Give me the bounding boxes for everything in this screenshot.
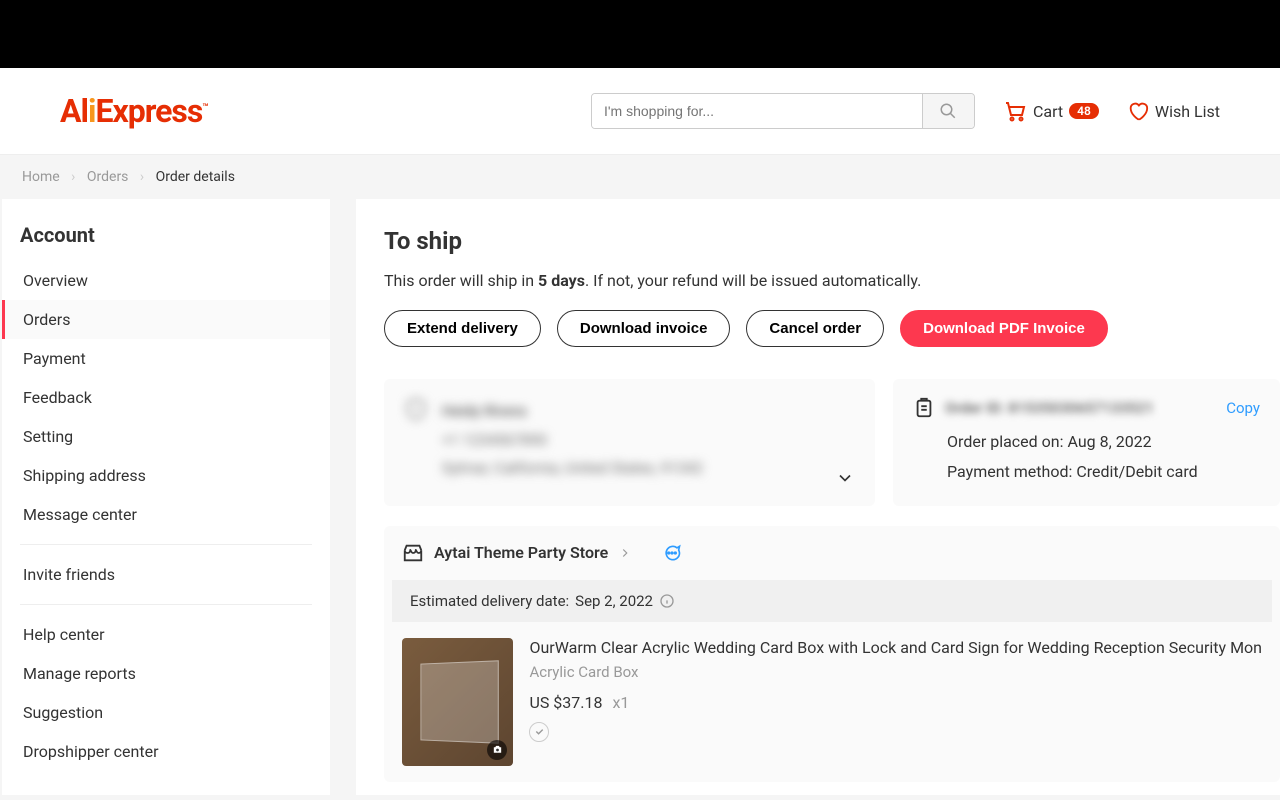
copy-order-id-link[interactable]: Copy <box>1226 399 1260 417</box>
sidebar: Account Overview Orders Payment Feedback… <box>2 199 330 795</box>
search-box <box>591 93 975 129</box>
sidebar-item-setting[interactable]: Setting <box>2 417 330 456</box>
sidebar-item-shipping-address[interactable]: Shipping address <box>2 456 330 495</box>
chat-button[interactable] <box>662 543 682 563</box>
search-button[interactable] <box>922 94 974 128</box>
logo[interactable]: AliExpress™ <box>60 92 208 130</box>
order-info-box: Order ID: 81535030657133521 Copy Order p… <box>893 379 1280 506</box>
sidebar-item-feedback[interactable]: Feedback <box>2 378 330 417</box>
sidebar-item-help-center[interactable]: Help center <box>2 615 330 654</box>
search-input[interactable] <box>592 94 922 128</box>
check-icon <box>534 726 545 737</box>
sidebar-item-dropshipper-center[interactable]: Dropshipper center <box>2 732 330 771</box>
verified-badge <box>529 722 549 742</box>
shipping-info-box: Heidy Rivera +1 1234567890 Sylmar, Calif… <box>384 379 875 506</box>
top-black-bar <box>0 0 1280 68</box>
product-variant: Acrylic Card Box <box>529 663 1262 681</box>
sidebar-item-orders[interactable]: Orders <box>2 300 330 339</box>
product-quantity: x1 <box>612 693 629 712</box>
delivery-estimate: Estimated delivery date: Sep 2, 2022 <box>392 580 1272 622</box>
wishlist-label: Wish List <box>1155 102 1220 121</box>
breadcrumb-current: Order details <box>156 169 235 185</box>
product-image[interactable] <box>402 638 513 766</box>
download-invoice-button[interactable]: Download invoice <box>557 310 731 347</box>
wishlist-link[interactable]: Wish List <box>1127 100 1220 122</box>
chevron-down-icon <box>835 468 855 488</box>
sidebar-item-invite-friends[interactable]: Invite friends <box>2 555 330 594</box>
product-price: US $37.18 <box>529 693 602 712</box>
cancel-order-button[interactable]: Cancel order <box>746 310 884 347</box>
shipping-address: Sylmar, California, United States, 91342 <box>442 454 703 483</box>
header: AliExpress™ Cart 48 Wish List <box>0 68 1280 155</box>
cart-icon <box>1003 99 1027 123</box>
clipboard-icon <box>913 397 935 419</box>
store-name[interactable]: Aytai Theme Party Store <box>434 543 608 562</box>
camera-icon <box>492 744 503 755</box>
camera-badge <box>487 740 507 760</box>
cart-link[interactable]: Cart 48 <box>1003 99 1099 123</box>
download-pdf-invoice-button[interactable]: Download PDF Invoice <box>900 310 1108 347</box>
heart-icon <box>1127 100 1149 122</box>
payment-method: Payment method: Credit/Debit card <box>947 457 1260 487</box>
sidebar-item-payment[interactable]: Payment <box>2 339 330 378</box>
breadcrumb-home[interactable]: Home <box>22 169 60 185</box>
store-icon <box>402 542 424 564</box>
shield-icon <box>404 397 428 421</box>
status-description: This order will ship in 5 days. If not, … <box>384 271 1280 290</box>
order-placed-date: Order placed on: Aug 8, 2022 <box>947 427 1260 457</box>
store-section: Aytai Theme Party Store Estimated delive… <box>384 526 1280 782</box>
breadcrumb-orders[interactable]: Orders <box>87 169 129 185</box>
sidebar-item-overview[interactable]: Overview <box>2 261 330 300</box>
order-id: Order ID: 81535030657133521 <box>945 399 1154 417</box>
shipping-phone: +1 1234567890 <box>442 426 703 455</box>
main-content: To ship This order will ship in 5 days. … <box>356 199 1280 795</box>
shipping-name: Heidy Rivera <box>442 397 703 426</box>
cart-badge: 48 <box>1069 103 1099 119</box>
sidebar-item-manage-reports[interactable]: Manage reports <box>2 654 330 693</box>
sidebar-item-suggestion[interactable]: Suggestion <box>2 693 330 732</box>
chat-icon <box>662 543 682 563</box>
expand-shipping-button[interactable] <box>835 468 855 488</box>
sidebar-title: Account <box>2 223 330 261</box>
product-row: OurWarm Clear Acrylic Wedding Card Box w… <box>384 622 1280 782</box>
extend-delivery-button[interactable]: Extend delivery <box>384 310 541 347</box>
search-icon <box>939 102 957 120</box>
chevron-right-icon <box>618 546 632 560</box>
breadcrumb: Home › Orders › Order details <box>0 155 1280 199</box>
product-title[interactable]: OurWarm Clear Acrylic Wedding Card Box w… <box>529 638 1262 657</box>
info-icon[interactable] <box>659 593 675 609</box>
cart-label: Cart <box>1033 102 1063 121</box>
page-title: To ship <box>384 227 1280 255</box>
sidebar-item-message-center[interactable]: Message center <box>2 495 330 534</box>
